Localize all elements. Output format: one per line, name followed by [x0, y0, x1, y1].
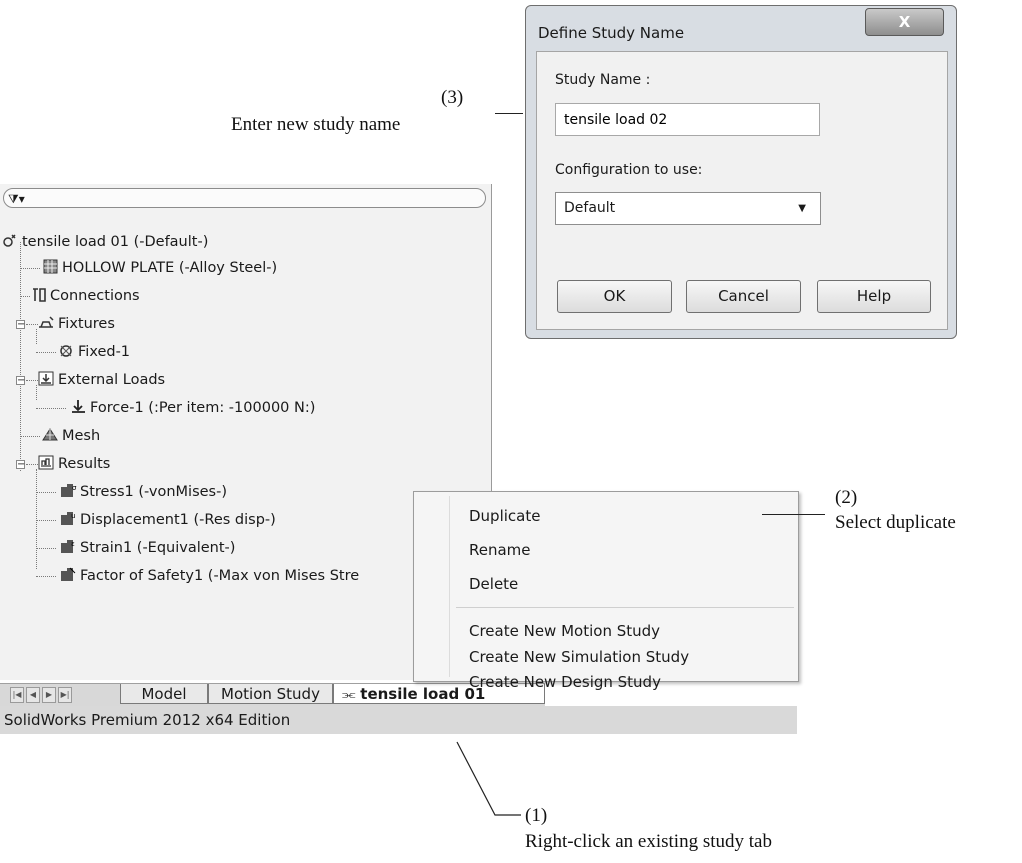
tree-item-label: HOLLOW PLATE (-Alloy Steel-) [62, 260, 278, 276]
tree-item-label: tensile load 01 (-Default-) [22, 234, 209, 250]
filter-icon[interactable]: ⧩▾ [8, 192, 25, 206]
force-icon [70, 398, 87, 413]
status-bar: SolidWorks Premium 2012 x64 Edition [0, 706, 797, 734]
tree-item-connections[interactable]: Connections [30, 284, 140, 308]
menu-item-delete[interactable]: Delete [469, 574, 518, 594]
close-button[interactable]: X [865, 8, 944, 36]
tree-item-label: Mesh [62, 428, 101, 444]
annotation-step1-text: Right-click an existing study tab [525, 831, 772, 852]
tree-item-label: Fixtures [58, 316, 115, 332]
displacement-plot-icon: u [60, 510, 77, 525]
dropdown-arrow-icon: ▼ [798, 203, 806, 214]
configuration-value: Default [564, 200, 616, 216]
stress-plot-icon: σ [60, 482, 77, 497]
annotation-step3-text: Enter new study name [231, 114, 401, 135]
menu-item-create-design-study[interactable]: Create New Design Study [469, 672, 661, 692]
dialog-title: Define Study Name [538, 24, 685, 42]
annotation-step3-leader [495, 113, 523, 114]
menu-icon-gutter [449, 496, 450, 677]
expander-results[interactable]: − [16, 460, 25, 470]
expander-fixtures[interactable]: − [16, 320, 25, 330]
study-name-input[interactable] [555, 103, 820, 136]
connections-icon [30, 286, 47, 302]
dialog-body: Study Name : Configuration to use: Defau… [536, 51, 948, 330]
external-loads-icon [38, 370, 55, 386]
study-icon [2, 232, 19, 247]
tree-item-external-loads[interactable]: External Loads [38, 368, 165, 392]
last-tab-button[interactable]: ▶| [58, 687, 72, 703]
svg-text:ε: ε [71, 540, 75, 548]
cancel-button[interactable]: Cancel [686, 280, 801, 313]
tree-item-label: Connections [50, 288, 140, 304]
context-menu: Duplicate Rename Delete Create New Motio… [413, 491, 799, 691]
strain-plot-icon: ε [60, 538, 77, 553]
study-name-label: Study Name : [555, 72, 651, 88]
tree-item-label: Displacement1 (-Res disp-) [80, 512, 276, 528]
prev-tab-button[interactable]: ◀ [26, 687, 40, 703]
annotation-step2-text: Select duplicate [835, 512, 956, 533]
tree-item-strain1[interactable]: ε Strain1 (-Equivalent-) [60, 536, 235, 560]
tree-item-mesh[interactable]: Mesh [42, 424, 100, 448]
annotation-step1-number: (1) [525, 805, 548, 826]
tab-motion-study-1[interactable]: Motion Study 1 [208, 684, 333, 723]
fixed-geometry-icon [58, 342, 75, 357]
tree-filter-bar[interactable]: ⧩▾ [3, 188, 486, 208]
results-folder-icon [38, 454, 55, 470]
menu-item-create-simulation-study[interactable]: Create New Simulation Study [469, 647, 689, 667]
tree-item-stress1[interactable]: σ Stress1 (-vonMises-) [60, 480, 227, 504]
menu-separator [456, 607, 794, 608]
tree-item-label: Strain1 (-Equivalent-) [80, 540, 236, 556]
tree-item-study-root[interactable]: tensile load 01 (-Default-) [2, 230, 208, 254]
tree-item-force-1[interactable]: Force-1 (:Per item: -100000 N:) [70, 396, 315, 420]
menu-item-create-motion-study[interactable]: Create New Motion Study [469, 621, 660, 641]
expander-external-loads[interactable]: − [16, 376, 25, 386]
next-tab-button[interactable]: ▶ [42, 687, 56, 703]
tree-item-label: Fixed-1 [78, 344, 131, 360]
simulation-study-icon: ⫘ [342, 685, 361, 703]
mesh-icon [42, 426, 59, 441]
menu-item-rename[interactable]: Rename [469, 540, 531, 560]
annotation-step3-number: (3) [441, 87, 464, 108]
ok-button[interactable]: OK [557, 280, 672, 313]
configuration-label: Configuration to use: [555, 162, 703, 178]
status-text: SolidWorks Premium 2012 x64 Edition [4, 711, 291, 729]
svg-text:u: u [71, 512, 75, 520]
first-tab-button[interactable]: |◀ [10, 687, 24, 703]
annotation-step2-leader [762, 514, 825, 515]
tab-model[interactable]: Model [120, 684, 208, 704]
annotation-step1-leader [456, 741, 521, 816]
fixtures-icon [38, 314, 55, 329]
configuration-select[interactable]: Default ▼ [555, 192, 821, 225]
study-tabs-bar: |◀ ◀ ▶ ▶| Model Motion Study 1 ⫘ tensile… [0, 683, 545, 723]
tree-item-label: External Loads [58, 372, 166, 388]
tree-item-fixed-1[interactable]: Fixed-1 [58, 340, 130, 364]
tree-item-results[interactable]: Results [38, 452, 110, 476]
tree-item-factor-of-safety1[interactable]: Factor of Safety1 (-Max von Mises Stre [60, 564, 359, 588]
tree-item-part[interactable]: HOLLOW PLATE (-Alloy Steel-) [42, 256, 277, 280]
tree-item-displacement1[interactable]: u Displacement1 (-Res disp-) [60, 508, 276, 532]
svg-text:σ: σ [72, 484, 77, 492]
help-button[interactable]: Help [817, 280, 931, 313]
menu-item-duplicate[interactable]: Duplicate [469, 506, 540, 526]
tab-label: tensile load 01 [360, 685, 486, 703]
tree-item-label: Results [58, 456, 111, 472]
annotation-step2-number: (2) [835, 487, 858, 508]
tree-item-label: Factor of Safety1 (-Max von Mises Stre [80, 568, 360, 584]
tree-item-label: Force-1 (:Per item: -100000 N:) [90, 400, 316, 416]
factor-of-safety-plot-icon [60, 566, 77, 581]
tree-item-label: Stress1 (-vonMises-) [80, 484, 227, 500]
define-study-name-dialog: Define Study Name X Study Name : Configu… [525, 5, 957, 339]
tree-item-fixtures[interactable]: Fixtures [38, 312, 115, 336]
part-mesh-icon [42, 258, 59, 274]
